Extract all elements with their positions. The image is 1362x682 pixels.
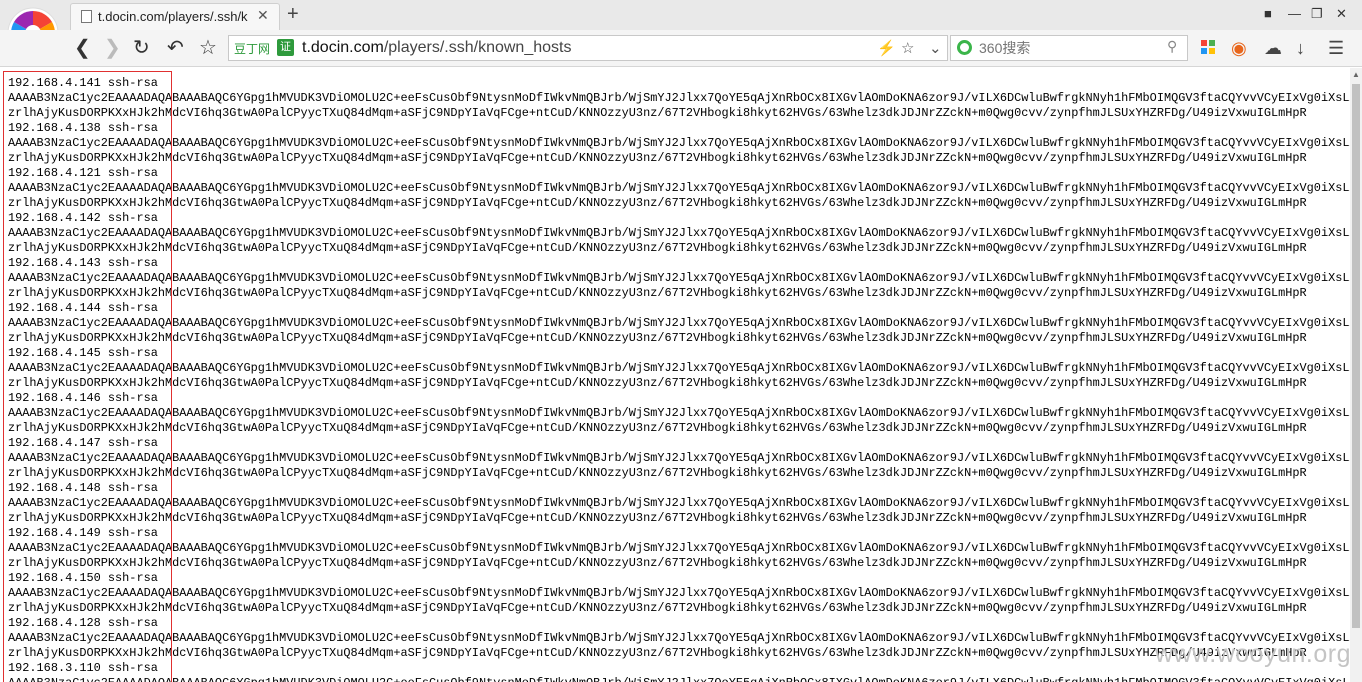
key-line: zrlhAjyKusDORPKXxHJk2hMdcVI6hq3GtwA0PalC… (8, 556, 1307, 570)
key-line: zrlhAjyKusDORPKXxHJk2hMdcVI6hq3GtwA0PalC… (8, 466, 1307, 480)
download-icon[interactable]: ↓ (1296, 38, 1305, 59)
maximize-icon[interactable]: ❐ (1311, 6, 1323, 22)
url-path: /players/.ssh/known_hosts (383, 39, 572, 56)
key-line: zrlhAjyKusDORPKXxHJk2hMdcVI6hq3GtwA0PalC… (8, 241, 1307, 255)
search-box[interactable]: ⚲ (950, 35, 1188, 61)
key-line: AAAAB3NzaC1yc2EAAAADAQABAAABAQC6YGpg1hMV… (8, 271, 1350, 285)
key-line: zrlhAjyKusDORPKXxHJk2hMdcVI6hq3GtwA0PalC… (8, 601, 1307, 615)
url-text[interactable]: t.docin.com/players/.ssh/known_hosts (302, 39, 571, 57)
site-badge: 豆丁网 (234, 42, 271, 56)
forward-icon[interactable]: ❯ (104, 35, 121, 60)
tab-title: t.docin.com/players/.ssh/k (98, 9, 248, 24)
key-line: zrlhAjyKusDORPKXxHJk2hMdcVI6hq3GtwA0PalC… (8, 646, 1307, 660)
toolbar: ❮ ❯ ↻ ↶ ☆ 豆丁网 证 t.docin.com/players/.ssh… (0, 30, 1362, 67)
key-line: AAAAB3NzaC1yc2EAAAADAQABAAABAQC6YGpg1hMV… (8, 451, 1350, 465)
key-line: zrlhAjyKusDORPKXxHJk2hMdcVI6hq3GtwA0PalC… (8, 286, 1307, 300)
apps-grid-icon[interactable] (1201, 38, 1215, 59)
key-line: AAAAB3NzaC1yc2EAAAADAQABAAABAQC6YGpg1hMV… (8, 406, 1350, 420)
close-window-icon[interactable]: ✕ (1336, 6, 1347, 22)
key-line: AAAAB3NzaC1yc2EAAAADAQABAAABAQC6YGpg1hMV… (8, 496, 1350, 510)
key-line: AAAAB3NzaC1yc2EAAAADAQABAAABAQC6YGpg1hMV… (8, 586, 1350, 600)
key-line: zrlhAjyKusDORPKXxHJk2hMdcVI6hq3GtwA0PalC… (8, 151, 1307, 165)
search-icon[interactable]: ⚲ (1167, 38, 1177, 55)
active-tab[interactable]: t.docin.com/players/.ssh/k ✕ (70, 3, 280, 30)
undo-icon[interactable]: ↶ (167, 35, 184, 60)
new-tab-button[interactable]: + (287, 3, 299, 26)
lightning-icon[interactable]: ⚡ (877, 39, 896, 57)
minimize-icon[interactable]: — (1288, 6, 1301, 21)
key-line: AAAAB3NzaC1yc2EAAAADAQABAAABAQC6YGpg1hMV… (8, 226, 1350, 240)
known-hosts-text: 192.168.4.141 ssh-rsa AAAAB3NzaC1yc2EAAA… (8, 76, 1350, 682)
key-line: AAAAB3NzaC1yc2EAAAADAQABAAABAQC6YGpg1hMV… (8, 91, 1350, 105)
chevron-down-icon[interactable]: ⌄ (929, 39, 942, 57)
search-input[interactable] (979, 38, 1159, 58)
key-line: zrlhAjyKusDORPKXxHJk2hMdcVI6hq3GtwA0PalC… (8, 376, 1307, 390)
key-line: AAAAB3NzaC1yc2EAAAADAQABAAABAQC6YGpg1hMV… (8, 316, 1350, 330)
key-line: AAAAB3NzaC1yc2EAAAADAQABAAABAQC6YGpg1hMV… (8, 136, 1350, 150)
highlight-box (3, 71, 172, 682)
key-line: zrlhAjyKusDORPKXxHJk2hMdcVI6hq3GtwA0PalC… (8, 511, 1307, 525)
key-line: AAAAB3NzaC1yc2EAAAADAQABAAABAQC6YGpg1hMV… (8, 541, 1350, 555)
tab-strip: t.docin.com/players/.ssh/k ✕ + ■ — ❐ ✕ (0, 0, 1362, 30)
vertical-scrollbar[interactable]: ▲ (1350, 68, 1362, 682)
page-content: 192.168.4.141 ssh-rsa AAAAB3NzaC1yc2EAAA… (0, 68, 1350, 682)
search-engine-icon (957, 40, 972, 55)
address-bar[interactable]: 豆丁网 证 t.docin.com/players/.ssh/known_hos… (228, 35, 948, 61)
back-icon[interactable]: ❮ (74, 35, 91, 60)
extension-icon[interactable]: ◉ (1231, 38, 1247, 59)
key-line: AAAAB3NzaC1yc2EAAAADAQABAAABAQC6YGpg1hMV… (8, 631, 1350, 645)
key-line: zrlhAjyKusDORPKXxHJk2hMdcVI6hq3GtwA0PalC… (8, 421, 1307, 435)
close-tab-icon[interactable]: ✕ (257, 7, 269, 24)
bookmark-star-icon[interactable]: ☆ (199, 35, 217, 60)
skin-icon[interactable]: ■ (1264, 6, 1272, 21)
page-icon (81, 10, 92, 23)
key-line: zrlhAjyKusDORPKXxHJk2hMdcVI6hq3GtwA0PalC… (8, 331, 1307, 345)
key-line: zrlhAjyKusDORPKXxHJk2hMdcVI6hq3GtwA0PalC… (8, 196, 1307, 210)
favorite-star-icon[interactable]: ☆ (901, 39, 914, 57)
url-host: t.docin.com (302, 39, 384, 56)
watermark: www.wooyun.org (1155, 640, 1351, 668)
key-line: AAAAB3NzaC1yc2EAAAADAQABAAABAQC6YGpg1hMV… (8, 181, 1350, 195)
menu-icon[interactable]: ☰ (1328, 38, 1344, 59)
apps-grid-svg (1201, 40, 1215, 54)
key-line: AAAAB3NzaC1yc2EAAAADAQABAAABAQC6YGpg1hMV… (8, 676, 1350, 682)
scroll-up-icon[interactable]: ▲ (1352, 70, 1360, 79)
key-line: AAAAB3NzaC1yc2EAAAADAQABAAABAQC6YGpg1hMV… (8, 361, 1350, 375)
certificate-icon[interactable]: 证 (277, 39, 294, 56)
cloud-icon[interactable]: ☁ (1264, 38, 1282, 59)
reload-icon[interactable]: ↻ (133, 35, 150, 60)
scroll-thumb[interactable] (1352, 84, 1360, 628)
key-line: zrlhAjyKusDORPKXxHJk2hMdcVI6hq3GtwA0PalC… (8, 106, 1307, 120)
